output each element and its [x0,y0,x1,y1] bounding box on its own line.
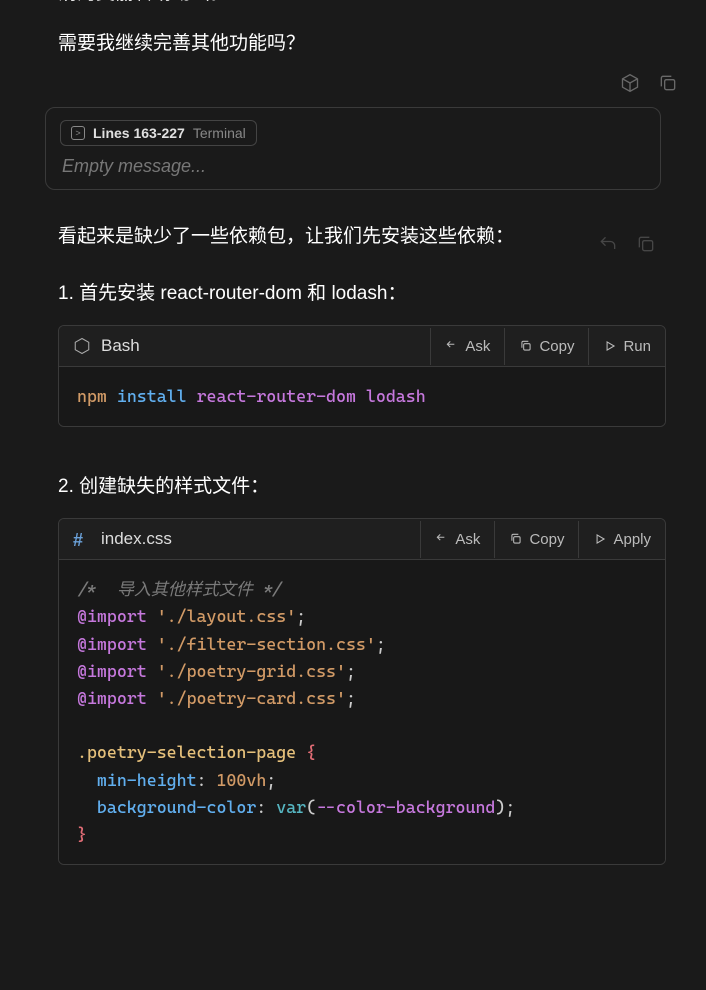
terminal-chip-icon: > [71,126,85,140]
message-actions [20,55,686,107]
assistant-text-partial: 消的美丽转场动画。 [20,0,686,10]
code-body-css[interactable]: /* 导入其他样式文件 */ @import './layout.css'; @… [59,560,665,864]
chip-source-label: Terminal [193,125,246,141]
code-title-label: index.css [101,529,172,549]
ask-button[interactable]: Ask [420,521,494,558]
code-actions: Ask Copy Run [430,328,665,365]
context-chip[interactable]: > Lines 163-227 Terminal [60,120,257,146]
copy-icon[interactable] [636,234,656,254]
code-header: Bash Ask Copy Run [59,326,665,367]
copy-button[interactable]: Copy [494,521,578,558]
copy-icon[interactable] [658,73,678,93]
code-title: Bash [59,326,154,366]
ask-button[interactable]: Ask [430,328,504,365]
run-button[interactable]: Run [588,328,665,365]
copy-button[interactable]: Copy [504,328,588,365]
cube-icon[interactable] [620,73,640,93]
code-body-bash[interactable]: npm install react-router-dom lodash [59,367,665,426]
hash-icon: # [73,530,91,548]
step-2-text: 2. 创建缺失的样式文件： [20,471,686,498]
code-actions: Ask Copy Apply [420,521,665,558]
response-intro: 看起来是缺少了一些依赖包，让我们先安装这些依赖： [58,222,514,252]
step-1-text: 1. 首先安装 react-router-dom 和 lodash： [20,278,686,305]
message-input-box[interactable]: > Lines 163-227 Terminal Empty message..… [45,107,661,190]
input-placeholder: Empty message... [62,156,646,177]
code-block-bash: Bash Ask Copy Run npm install react-rout… [58,325,666,427]
code-block-css: # index.css Ask Copy Apply /* 导入其他样式文件 *… [58,518,666,865]
reply-icon[interactable] [598,234,618,254]
assistant-question: 需要我继续完善其他功能吗？ [20,28,686,55]
chip-lines-label: Lines 163-227 [93,125,185,141]
response-actions [598,222,656,254]
code-title-label: Bash [101,336,140,356]
code-header: # index.css Ask Copy Apply [59,519,665,560]
bash-icon [73,337,91,355]
apply-button[interactable]: Apply [578,521,665,558]
code-title: # index.css [59,519,186,559]
